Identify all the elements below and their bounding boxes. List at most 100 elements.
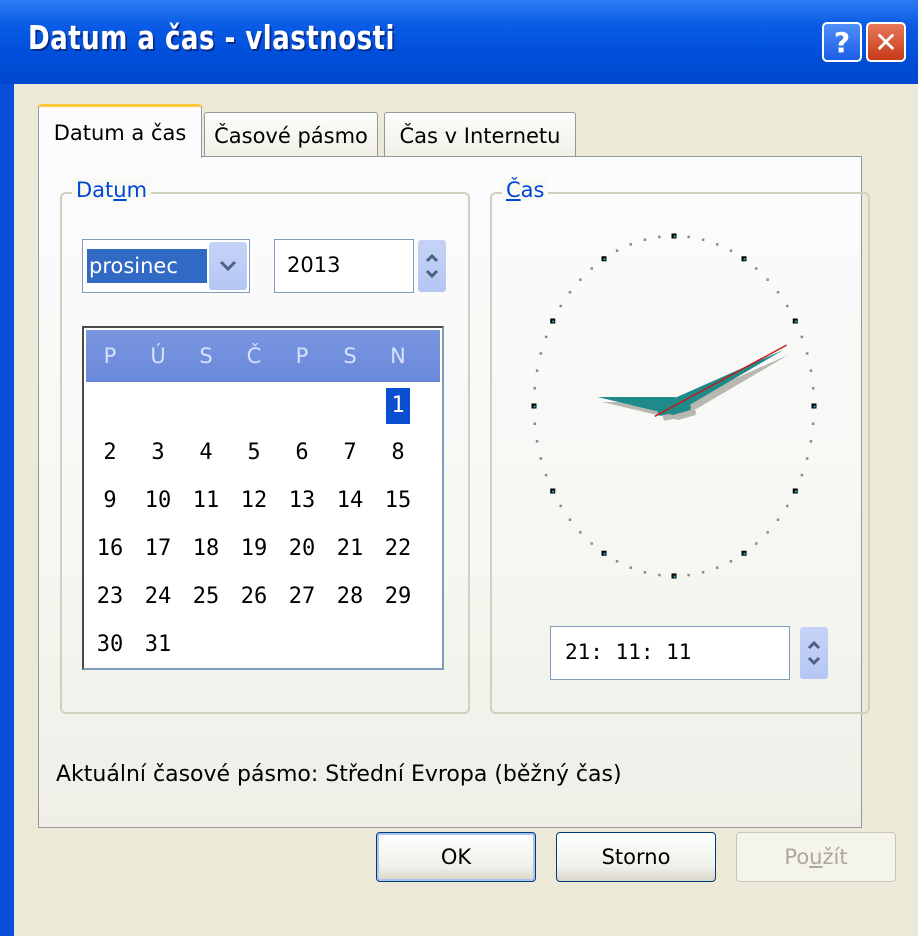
calendar-day[interactable]: 18: [186, 536, 226, 561]
clock-hour-mark-highlight: [794, 490, 797, 493]
calendar-day[interactable]: 29: [378, 584, 418, 609]
clock-minute-mark: [533, 386, 537, 390]
clock-minute-mark: [786, 304, 789, 308]
calendar-day[interactable]: 17: [138, 536, 178, 561]
cancel-label: Storno: [601, 845, 671, 869]
time-group-label: Čas: [502, 178, 549, 202]
time-value: 21: 11: 11: [565, 640, 692, 664]
close-button[interactable]: ✕: [866, 22, 906, 62]
year-input[interactable]: 2013: [274, 239, 414, 293]
help-button[interactable]: ?: [822, 22, 862, 62]
calendar-day[interactable]: 27: [282, 584, 322, 609]
clock-minute-mark: [687, 235, 690, 239]
clock-minute-mark: [568, 518, 572, 522]
chevron-down-icon: [219, 260, 237, 272]
clock-minute-mark: [729, 560, 733, 563]
calendar-day[interactable]: 10: [138, 488, 178, 513]
tab-label: Čas v Internetu: [399, 123, 561, 148]
date-group-label: Datum: [72, 178, 152, 202]
clock-minute-mark: [658, 235, 661, 239]
time-spinner[interactable]: [800, 627, 828, 679]
calendar-day[interactable]: 6: [282, 440, 322, 465]
year-spinner[interactable]: [418, 240, 446, 292]
calendar-day[interactable]: 26: [234, 584, 274, 609]
calendar-day[interactable]: 13: [282, 488, 322, 513]
time-input[interactable]: 21: 11: 11: [550, 626, 790, 680]
month-select[interactable]: prosinec: [82, 239, 250, 293]
calendar-day[interactable]: 12: [234, 488, 274, 513]
clock-minute-mark: [776, 518, 780, 522]
tab-internet-time[interactable]: Čas v Internetu: [384, 112, 576, 158]
clock-minute-mark: [643, 238, 647, 241]
clock-hour-mark-highlight: [743, 552, 746, 555]
calendar[interactable]: PÚSČPSN 1 2 3 4 5 6 7 8 9 10 11 12 13 14 15 16 17 18 19 20 2…: [82, 326, 444, 670]
close-icon: ✕: [874, 25, 898, 59]
calendar-day[interactable]: 23: [90, 584, 130, 609]
calendar-day[interactable]: 31: [138, 632, 178, 657]
arrow-down-icon: [425, 269, 439, 279]
clock-minute-mark: [535, 369, 539, 372]
month-value: prosinec: [87, 249, 207, 283]
clock-minute-mark: [805, 352, 809, 355]
calendar-day[interactable]: 8: [378, 440, 418, 465]
tab-time-zone[interactable]: Časové pásmo: [204, 112, 378, 158]
apply-button[interactable]: Použít: [736, 832, 896, 882]
clock-hour-mark-highlight: [673, 575, 676, 578]
clock-hour-mark-highlight: [533, 405, 536, 408]
year-value: 2013: [287, 253, 341, 277]
calendar-day[interactable]: 2: [90, 440, 130, 465]
calendar-day[interactable]: 3: [138, 440, 178, 465]
calendar-day[interactable]: 4: [186, 440, 226, 465]
calendar-day[interactable]: 28: [330, 584, 370, 609]
calendar-day[interactable]: 22: [378, 536, 418, 561]
clock-minute-mark: [643, 571, 647, 574]
calendar-day[interactable]: 21: [330, 536, 370, 561]
clock-minute-mark: [776, 290, 780, 294]
calendar-day[interactable]: 30: [90, 632, 130, 657]
calendar-day-name: Č: [246, 344, 262, 368]
calendar-day-name: S: [199, 344, 213, 368]
ok-button[interactable]: OK: [376, 832, 536, 882]
calendar-day[interactable]: 5: [234, 440, 274, 465]
calendar-day[interactable]: 1: [386, 388, 410, 424]
clock-minute-mark: [786, 504, 789, 508]
ok-label: OK: [440, 845, 472, 869]
clock-minute-mark: [533, 422, 537, 426]
title-bar[interactable]: Datum a čas - vlastnosti ? ✕: [0, 0, 918, 84]
calendar-day[interactable]: 9: [90, 488, 130, 513]
clock-minute-mark: [800, 473, 804, 477]
dropdown-button[interactable]: [209, 242, 247, 290]
calendar-day[interactable]: 15: [378, 488, 418, 513]
calendar-day[interactable]: 11: [186, 488, 226, 513]
tab-date-time[interactable]: Datum a čas: [38, 104, 202, 158]
clock-minute-mark: [579, 531, 582, 534]
calendar-day[interactable]: 14: [330, 488, 370, 513]
calendar-header: PÚSČPSN: [86, 330, 440, 382]
clock-minute-mark: [729, 249, 733, 252]
calendar-day[interactable]: 7: [330, 440, 370, 465]
help-icon: ?: [833, 25, 851, 59]
calendar-day[interactable]: 20: [282, 536, 322, 561]
clock-minute-mark: [590, 542, 593, 545]
arrow-up-icon: [807, 640, 821, 650]
calendar-day[interactable]: 19: [234, 536, 274, 561]
calendar-day-name: S: [343, 344, 357, 368]
tab-label: Časové pásmo: [214, 123, 368, 148]
calendar-day[interactable]: 24: [138, 584, 178, 609]
cancel-button[interactable]: Storno: [556, 832, 716, 882]
clock-minute-mark: [590, 267, 593, 270]
clock-hour-mark-highlight: [552, 490, 555, 493]
window-title: Datum a čas - vlastnosti: [28, 18, 395, 57]
clock-hour-mark-highlight: [794, 320, 797, 323]
calendar-day-name: P: [103, 344, 117, 368]
clock-minute-mark: [544, 335, 548, 339]
clock-minute-mark: [687, 573, 690, 577]
clock-minute-mark: [701, 571, 705, 574]
analog-clock: [531, 233, 817, 579]
calendar-day[interactable]: 16: [90, 536, 130, 561]
clock-minute-mark: [615, 560, 619, 563]
calendar-day[interactable]: 25: [186, 584, 226, 609]
clock-minute-mark: [716, 243, 719, 246]
clock-minute-mark: [716, 566, 719, 569]
arrow-down-icon: [807, 656, 821, 666]
